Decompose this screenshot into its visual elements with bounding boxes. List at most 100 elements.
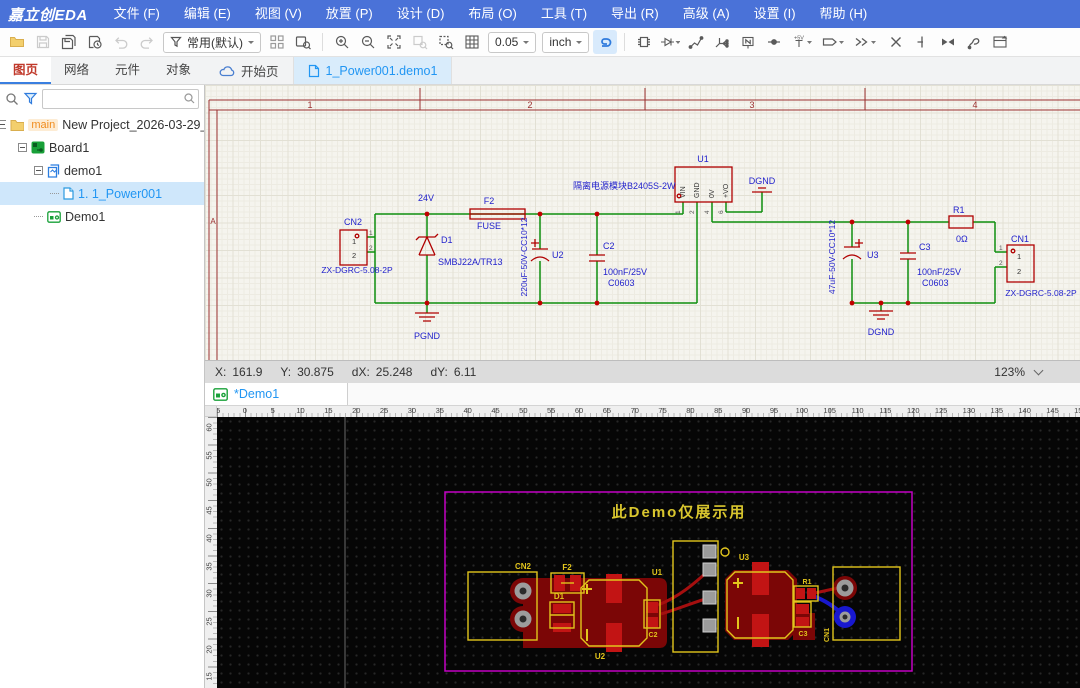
no-connect-icon[interactable] [884,30,908,54]
ruler-number: 45 [205,501,214,521]
place-net-label-icon[interactable] [736,30,760,54]
collapse-toggle-icon[interactable] [0,120,6,129]
y-value: 30.875 [297,365,334,379]
menu-item[interactable]: 工具 (T) [529,0,599,28]
collapse-toggle-icon[interactable] [18,143,27,152]
panel-tab-4[interactable]: 对象 [153,57,204,84]
menu-item[interactable]: 导出 (R) [599,0,671,28]
menu-bar: 嘉立创EDA 文件 (F)编辑 (E)视图 (V)放置 (P)设计 (D)布局 … [0,0,1080,28]
grid-size-select[interactable]: 0.05 [488,32,536,53]
place-port-icon[interactable] [820,30,850,54]
pin1-marker [1011,249,1015,253]
svg-text:D1: D1 [554,592,565,601]
svg-text:C2: C2 [603,241,615,251]
wire-mode-icon[interactable] [593,30,617,54]
menu-item[interactable]: 高级 (A) [671,0,742,28]
tree-item-demo1-pcb[interactable]: Demo1 [0,205,204,228]
menu-item[interactable]: 文件 (F) [102,0,172,28]
place-pin-icon[interactable] [910,30,934,54]
fit-view-icon[interactable] [382,30,406,54]
menu-item[interactable]: 设计 (D) [385,0,457,28]
menu-item[interactable]: 放置 (P) [314,0,385,28]
zoom-control[interactable]: 123% [994,365,1070,379]
ruler-number: 5 [271,406,275,415]
tree-item-board1[interactable]: Board1 [0,136,204,159]
zoom-in-icon[interactable] [330,30,354,54]
ruler-number: 65 [603,406,611,415]
zoom-region-icon[interactable] [408,30,432,54]
pcb-tab-row: *Demo1 [205,383,1080,406]
new-folder-icon[interactable] [5,30,29,54]
panel-tab-2[interactable]: 网络 [51,57,102,84]
panel-layout-icon[interactable] [265,30,289,54]
menu-item[interactable]: 视图 (V) [243,0,314,28]
svg-text:CN2: CN2 [515,562,532,571]
pcb-canvas[interactable]: 此Demo仅展示用 CN2 F2 D1 U2 C2 U1 U3 R1 C3 CN… [217,417,1080,688]
place-component-icon[interactable] [632,30,656,54]
schematic-canvas[interactable]: 1 2 3 4 A [205,85,1080,360]
svg-text:A: A [210,217,216,226]
filter-preset-select[interactable]: 常用(默认) [163,32,261,53]
place-wire-icon[interactable] [684,30,708,54]
zoom-selection-icon[interactable] [434,30,458,54]
tree-item-label: Demo1 [65,210,105,224]
schematic-doc-icon [47,164,60,178]
project-sidebar: main New Project_2026-03-29_1 Board1 dem… [0,85,205,688]
tab-start-page[interactable]: 开始页 [205,57,294,84]
save-icon[interactable] [31,30,55,54]
filter-icon[interactable] [23,92,38,106]
tab-label: 开始页 [241,61,279,80]
tree-item-demo1-schematic[interactable]: demo1 [0,159,204,182]
save-version-icon[interactable] [83,30,107,54]
zoom-out-icon[interactable] [356,30,380,54]
place-power-flag-icon[interactable]: +5V [788,30,818,54]
undo-icon[interactable] [109,30,133,54]
x-label: X: [215,365,226,379]
probe-icon[interactable] [962,30,986,54]
tab-power001-demo1[interactable]: 1_Power001.demo1 [294,57,453,84]
diff-pair-icon[interactable] [936,30,960,54]
unit-select[interactable]: inch [542,32,589,53]
board-icon [31,141,45,154]
place-junction-icon[interactable] [762,30,786,54]
panel-tab-1[interactable]: 图页 [0,57,51,84]
filter-preset-label: 常用(默认) [187,34,243,51]
place-diode-icon[interactable] [658,30,682,54]
file-icon [308,64,320,78]
svg-text:VIN: VIN [680,186,687,198]
place-bus-entry-icon[interactable] [852,30,882,54]
grid-settings-icon[interactable] [460,30,484,54]
menu-item[interactable]: 布局 (O) [456,0,528,28]
collapse-toggle-icon[interactable] [34,166,43,175]
find-component-icon[interactable] [291,30,315,54]
tree-item-project[interactable]: main New Project_2026-03-29_1 [0,113,204,136]
save-all-icon[interactable] [57,30,81,54]
svg-text:1: 1 [999,245,1003,252]
unit-value: inch [549,35,571,49]
svg-text:R1: R1 [953,205,965,215]
svg-text:U1: U1 [697,154,709,164]
schematic-drawing[interactable]: 1 2 3 4 A [205,85,1080,360]
place-sheet-icon[interactable] [988,30,1012,54]
branch-badge: main [28,119,58,131]
svg-text:2: 2 [352,251,356,260]
menu-item[interactable]: 设置 (I) [742,0,808,28]
tab-demo1-pcb[interactable]: *Demo1 [205,383,348,405]
search-icon[interactable] [5,92,19,106]
ruler-number: 120 [907,406,920,415]
tree-search-input[interactable] [42,89,199,109]
ruler-number: 130 [963,406,976,415]
svg-text:U2: U2 [595,652,606,661]
panel-tab-3[interactable]: 元件 [102,57,153,84]
tree-item-power001-sheet[interactable]: 1. 1_Power001 [0,182,204,205]
menu-item[interactable]: 编辑 (E) [172,0,243,28]
pcb-drawing[interactable]: 此Demo仅展示用 CN2 F2 D1 U2 C2 U1 U3 R1 C3 CN… [217,417,1080,688]
place-bus-icon[interactable] [710,30,734,54]
svg-text:C2: C2 [649,632,658,639]
u3-cap [843,239,863,259]
ruler-number: -5 [217,406,220,415]
pcb-doc-icon [213,388,228,401]
menu-item[interactable]: 帮助 (H) [808,0,880,28]
redo-icon[interactable] [135,30,159,54]
svg-text:4: 4 [704,210,711,214]
